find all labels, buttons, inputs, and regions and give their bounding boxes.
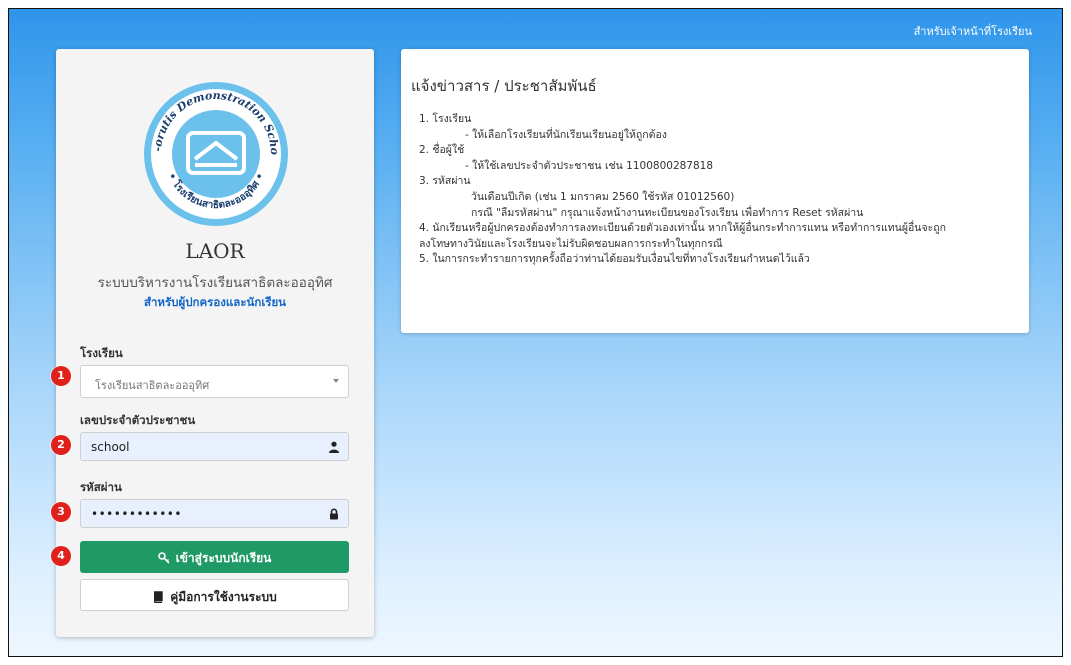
password-input[interactable]: ••••••••••••	[80, 499, 349, 528]
id-input-value: school	[91, 440, 130, 454]
book-icon	[154, 591, 163, 603]
school-label: โรงเรียน	[80, 346, 123, 360]
news-line: 1. โรงเรียน	[419, 113, 472, 125]
news-line: ลงโทษทางวินัยและโรงเรียนจะไม่รับผิดชอบผล…	[419, 237, 723, 250]
news-body: 1. โรงเรียน - ให้เลือกโรงเรียนที่นักเรีย…	[419, 112, 1019, 268]
news-line: 2. ชื่อผู้ใช้	[419, 144, 465, 157]
news-card: แจ้งข่าวสาร / ประชาสัมพันธ์ 1. โรงเรียน …	[401, 49, 1029, 333]
step-badge-1: 1	[51, 366, 71, 386]
school-logo: La-orutis Demonstration School • โรงเรีย…	[143, 81, 288, 226]
news-line: - ให้ใช้เลขประจำตัวประชาชน เช่น 11008002…	[465, 159, 714, 172]
manual-button[interactable]: คู่มือการใช้งานระบบ	[80, 579, 349, 611]
login-card: La-orutis Demonstration School • โรงเรีย…	[56, 49, 374, 637]
step-badge-2: 2	[51, 435, 71, 455]
manual-label: คู่มือการใช้งานระบบ	[170, 590, 277, 604]
staff-login-link[interactable]: สำหรับเจ้าหน้าที่โรงเรียน	[914, 22, 1032, 40]
lock-icon	[330, 508, 338, 520]
password-input-value: ••••••••••••	[91, 507, 182, 521]
id-label: เลขประจำตัวประชาชน	[80, 413, 196, 427]
audience-label: สำหรับผู้ปกครองและนักเรียน	[143, 295, 287, 309]
page-frame: สำหรับเจ้าหน้าที่โรงเรียน La-orutis Demo…	[8, 8, 1063, 657]
news-line: 5. ในการกระทำรายการทุกครั้งถือว่าท่านได้…	[419, 253, 810, 266]
school-select[interactable]: โรงเรียนสาธิตละอออุทิศ	[80, 365, 349, 398]
key-icon	[157, 552, 170, 564]
student-login-label: เข้าสู่ระบบนักเรียน	[175, 551, 272, 565]
app-name: LAOR	[185, 239, 245, 263]
school-select-value: โรงเรียนสาธิตละอออุทิศ	[95, 379, 210, 392]
id-input[interactable]: school	[80, 432, 349, 461]
chevron-down-icon	[333, 379, 339, 383]
news-line: 3. รหัสผ่าน	[419, 175, 471, 188]
student-login-button[interactable]: เข้าสู่ระบบนักเรียน	[80, 541, 349, 573]
news-line: 4. นักเรียนหรือผู้ปกครองต้องทำการลงทะเบี…	[419, 222, 946, 235]
news-line: กรณี "ลืมรหัสผ่าน" กรุณาแจ้งหน้างานทะเบี…	[471, 206, 864, 219]
step-badge-4: 4	[51, 546, 71, 566]
user-icon	[329, 441, 339, 453]
news-title: แจ้งข่าวสาร / ประชาสัมพันธ์	[411, 77, 597, 95]
news-line: - ให้เลือกโรงเรียนที่นักเรียนเรียนอยู่ให…	[465, 128, 667, 141]
password-label: รหัสผ่าน	[80, 480, 122, 494]
news-line: วันเดือนปีเกิด (เช่น 1 มกราคม 2560 ใช้รห…	[471, 190, 735, 203]
app-subtitle: ระบบบริหารงานโรงเรียนสาธิตละอออุทิศ	[97, 275, 333, 291]
step-badge-3: 3	[51, 502, 71, 522]
